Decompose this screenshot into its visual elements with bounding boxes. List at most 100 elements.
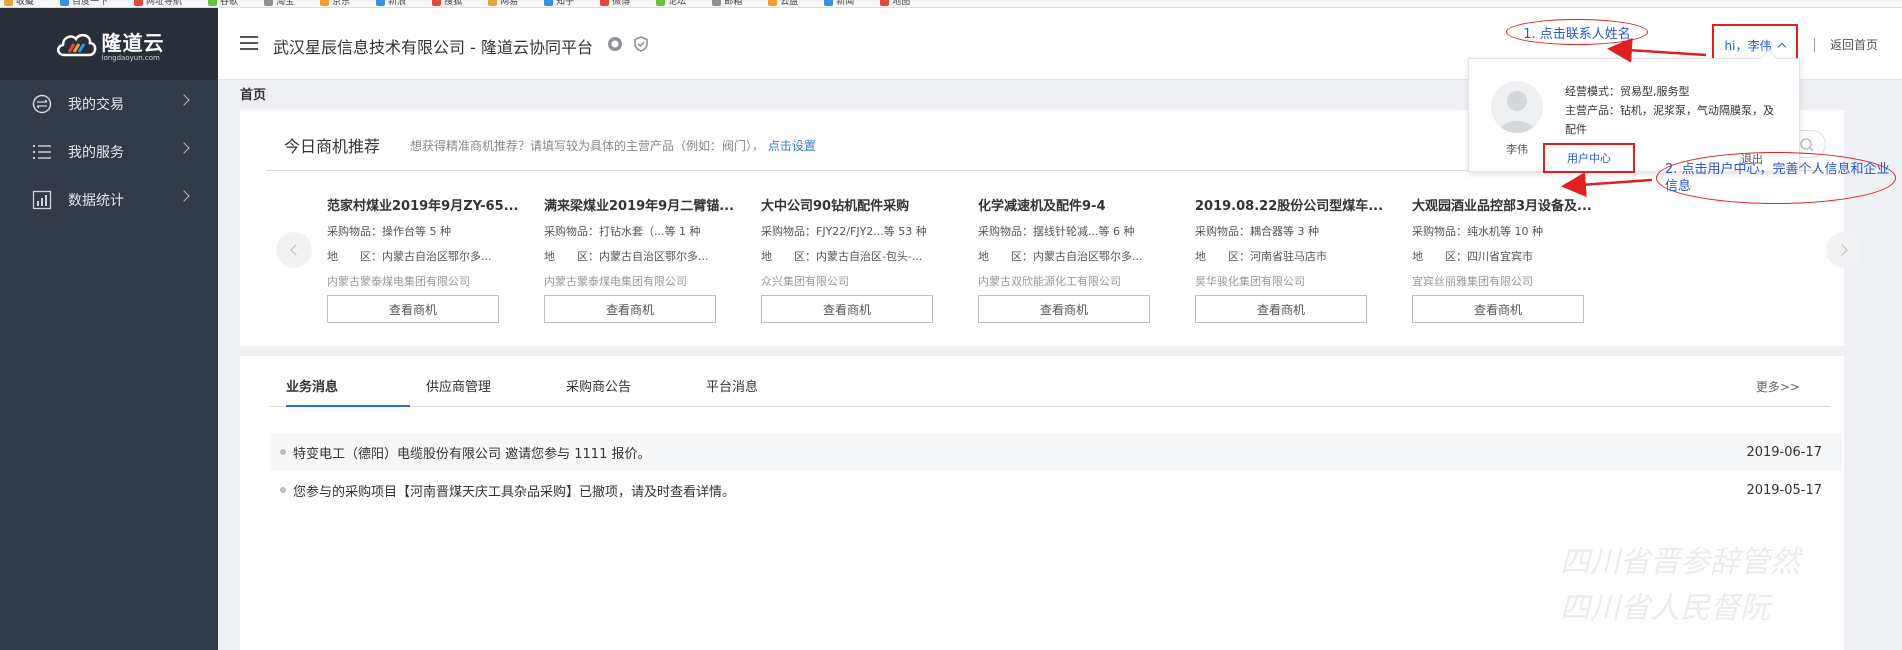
card-company: 昊华骏化集团有限公司 — [1195, 275, 1305, 288]
user-avatar-icon — [1499, 91, 1535, 133]
breadcrumb: 首页 — [240, 88, 267, 103]
bookmark-item[interactable]: 论坛 — [656, 0, 687, 7]
bookmark-favicon-icon — [544, 0, 554, 6]
message-date: 2019-06-17 — [1746, 444, 1822, 460]
bookmark-favicon-icon — [376, 0, 386, 6]
bookmark-item[interactable]: 地图 — [880, 0, 911, 7]
cloud-logo-icon — [56, 33, 96, 57]
bookmark-item[interactable]: 新浪 — [376, 0, 406, 7]
bookmark-item[interactable]: 云盘 — [768, 0, 799, 7]
sidebar-item-label: 我的交易 — [68, 97, 124, 113]
bookmark-item[interactable]: 京东 — [320, 0, 350, 7]
bookmark-favicon-icon — [60, 0, 70, 6]
bookmark-favicon-icon — [432, 0, 442, 6]
view-opportunity-button[interactable]: 查看商机 — [1195, 295, 1367, 323]
card-title[interactable]: 化学减速机及配件9-4 — [978, 195, 1208, 214]
card-title[interactable]: 2019.08.22股份公司型煤车... — [1195, 195, 1425, 214]
bookmarks-bar: 收藏 百度一下 网址导航 谷歌 淘宝 京东 新浪 搜狐 网易 知乎 微博 论坛 邮箱 云盘 新闻 地图 — [0, 0, 1902, 8]
watermark-line: 四川省人民督阮 — [1560, 591, 1770, 626]
card-title[interactable]: 大观园酒业品控部3月设备及... — [1412, 195, 1642, 214]
opportunity-card: 化学减速机及配件9-4 采购物品：摆线针轮减...等 6 种地 区：内蒙古自治区鄂… — [978, 195, 1208, 323]
brand-logo[interactable]: 隆道云 longdaoyun.com — [0, 8, 218, 80]
verified-medal-icon — [608, 37, 622, 51]
header-divider — [1814, 38, 1815, 52]
sidebar-item-statistics[interactable]: 数据统计 — [0, 176, 218, 224]
bookmark-label: 云盘 — [780, 0, 799, 7]
search-icon — [1800, 138, 1814, 152]
bookmark-favicon-icon — [4, 0, 13, 6]
bullet-icon — [280, 449, 286, 455]
bookmark-label: 微博 — [612, 0, 631, 7]
bookmark-item[interactable]: 邮箱 — [712, 0, 743, 7]
message-row[interactable]: 特变电工（德阳）电缆股份有限公司 邀请您参与 1111 报价。 2019-06-… — [270, 433, 1842, 471]
opportunity-card: 大观园酒业品控部3月设备及... 采购物品：纯水机等 10 种地 区：四川省宜宾市… — [1412, 195, 1642, 323]
home-link[interactable]: 返回首页 — [1830, 36, 1878, 53]
card-company: 内蒙古蒙泰煤电集团有限公司 — [544, 275, 687, 288]
card-title[interactable]: 满来梁煤业2019年9月二臂锚... — [544, 195, 774, 214]
view-opportunity-button[interactable]: 查看商机 — [761, 295, 933, 323]
watermark: 四川省晋参辞管然 四川省人民督阮 — [1560, 540, 1800, 632]
bookmark-item[interactable]: 微博 — [600, 0, 631, 7]
bookmark-item[interactable]: 收藏 — [4, 0, 34, 7]
message-row[interactable]: 您参与的采购项目【河南晋煤天庆工具杂品采购】已撤项，请及时查看详情。 2019-… — [270, 471, 1842, 509]
bookmark-label: 邮箱 — [724, 0, 743, 7]
bullet-icon — [280, 487, 286, 493]
message-text: 您参与的采购项目【河南晋煤天庆工具杂品采购】已撤项，请及时查看详情。 — [293, 484, 736, 500]
carousel-next-button[interactable] — [1826, 232, 1862, 268]
main-products: 主营产品：钻机，泥浆泵，气动隔膜泵，及配件 — [1565, 104, 1774, 136]
bookmark-item[interactable]: 淘宝 — [264, 0, 294, 7]
bookmark-item[interactable]: 网址导航 — [134, 0, 183, 7]
brand-url: longdaoyun.com — [101, 53, 160, 62]
recommend-settings-link[interactable]: 点击设置 — [768, 139, 816, 153]
bookmark-label: 网址导航 — [146, 0, 183, 7]
bookmark-item[interactable]: 新闻 — [824, 0, 854, 7]
view-opportunity-button[interactable]: 查看商机 — [327, 295, 499, 323]
bookmark-favicon-icon — [712, 0, 722, 6]
chevron-up-icon — [1778, 42, 1787, 52]
card-company: 内蒙古蒙泰煤电集团有限公司 — [327, 275, 470, 288]
tab-buyer-announcements[interactable]: 采购商公告 — [566, 376, 631, 407]
card-company: 众兴集团有限公司 — [761, 275, 849, 288]
menu-toggle-icon[interactable] — [240, 36, 258, 50]
bookmark-favicon-icon — [824, 0, 834, 6]
message-date: 2019-05-17 — [1746, 482, 1822, 498]
chevron-right-icon — [178, 190, 190, 202]
view-opportunity-button[interactable]: 查看商机 — [978, 295, 1150, 323]
sidebar: 隆道云 longdaoyun.com 我的交易 我的服务 数据统计 — [0, 8, 218, 650]
card-title[interactable]: 大中公司90钻机配件采购 — [761, 195, 991, 214]
opportunity-card: 满来梁煤业2019年9月二臂锚... 采购物品：打钻水套（...等 1 种地 区：… — [544, 195, 774, 323]
tab-platform-messages[interactable]: 平台消息 — [706, 376, 758, 407]
sidebar-item-services[interactable]: 我的服务 — [0, 128, 218, 176]
bookmark-item[interactable]: 网易 — [488, 0, 519, 7]
bookmark-item[interactable]: 搜狐 — [432, 0, 462, 7]
annotation-step1: 1. 点击联系人姓名 — [1506, 19, 1648, 45]
view-opportunity-button[interactable]: 查看商机 — [1412, 295, 1584, 323]
sidebar-item-transactions[interactable]: 我的交易 — [0, 80, 218, 128]
card-items: 采购物品：FJY22/FJY2...等 53 种 — [761, 225, 927, 238]
company-title: 武汉星辰信息技术有限公司 - 隆道云协同平台 — [273, 38, 593, 57]
carousel-prev-button[interactable] — [276, 232, 312, 268]
bookmark-label: 地图 — [892, 0, 911, 7]
bookmark-item[interactable]: 百度一下 — [60, 0, 108, 7]
card-area: 地 区：内蒙古自治区鄂尔多... — [978, 250, 1143, 263]
brand-name: 隆道云 — [101, 30, 165, 55]
card-items: 采购物品：打钻水套（...等 1 种 — [544, 225, 701, 238]
tab-supplier-management[interactable]: 供应商管理 — [426, 376, 491, 407]
bookmark-label: 网易 — [500, 0, 519, 7]
bookmark-label: 谷歌 — [220, 0, 239, 7]
card-company: 宜宾丝丽雅集团有限公司 — [1412, 275, 1533, 288]
bookmark-item[interactable]: 知乎 — [544, 0, 574, 7]
card-title[interactable]: 范家村煤业2019年9月ZY-65... — [327, 195, 557, 214]
exchange-icon — [30, 94, 54, 114]
view-opportunity-button[interactable]: 查看商机 — [544, 295, 716, 323]
tab-business[interactable]: 业务消息 — [286, 376, 410, 407]
bookmark-label: 论坛 — [668, 0, 687, 7]
more-link[interactable]: 更多>> — [1756, 378, 1800, 395]
card-items: 采购物品：操作台等 5 种 — [327, 225, 451, 238]
card-area: 地 区：内蒙古自治区鄂尔多... — [544, 250, 709, 263]
opportunity-card: 范家村煤业2019年9月ZY-65... 采购物品：操作台等 5 种地 区：内蒙古… — [327, 195, 557, 323]
watermark-line: 四川省晋参辞管然 — [1560, 545, 1800, 580]
bookmark-item[interactable]: 谷歌 — [208, 0, 239, 7]
user-center-button[interactable]: 用户中心 — [1543, 143, 1635, 173]
list-icon — [30, 142, 54, 162]
